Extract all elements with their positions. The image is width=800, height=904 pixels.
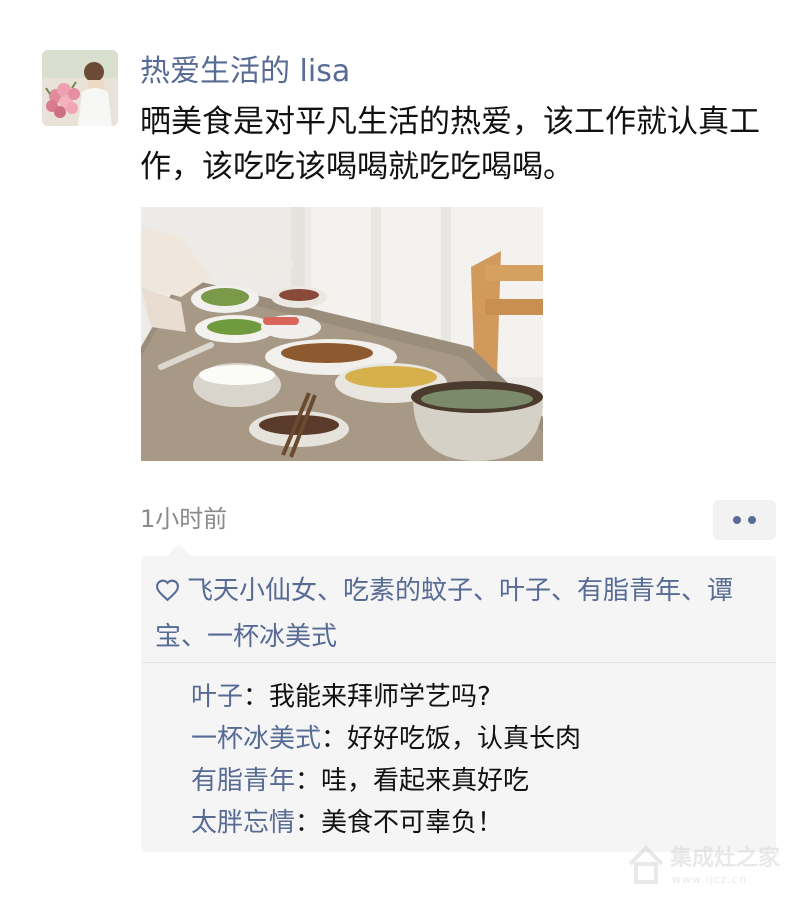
comment-author[interactable]: 太胖忘情	[191, 808, 295, 838]
comment-separator: ：	[295, 808, 322, 838]
comment-item[interactable]: 叶子：我能来拜师学艺吗?	[191, 676, 771, 718]
comment-item[interactable]: 太胖忘情：美食不可辜负！	[191, 802, 771, 844]
avatar-image	[42, 50, 118, 126]
author-name[interactable]: 热爱生活的 lisa	[140, 52, 350, 92]
watermark: 集成灶之家 www.ijcz.cn	[626, 842, 786, 890]
likes-names[interactable]: 飞天小仙女、吃素的蚊子、叶子、有脂青年、谭宝、一杯冰美式	[155, 576, 733, 652]
divider	[141, 662, 776, 663]
comment-text: 我能来拜师学艺吗?	[269, 682, 491, 712]
more-dot-icon	[733, 516, 741, 524]
post-text: 晒美食是对平凡生活的热爱，该工作就认真工作，该吃吃该喝喝就吃吃喝喝。	[140, 104, 760, 185]
likes-row: 飞天小仙女、吃素的蚊子、叶子、有脂青年、谭宝、一杯冰美式	[155, 570, 775, 658]
comment-author[interactable]: 有脂青年	[191, 766, 295, 796]
watermark-name: 集成灶之家	[670, 846, 781, 871]
comments-list: 叶子：我能来拜师学艺吗? 一杯冰美式：好好吃饭，认真长肉 有脂青年：哇，看起来真…	[191, 676, 771, 844]
comment-author[interactable]: 叶子	[191, 682, 243, 712]
comment-separator: ：	[321, 724, 348, 754]
comment-separator: ：	[295, 766, 322, 796]
more-actions-button[interactable]	[713, 500, 776, 540]
food-table-image	[141, 207, 543, 461]
house-logo-icon	[628, 845, 664, 884]
comment-text: 好好吃饭，认真长肉	[347, 724, 582, 754]
comment-item[interactable]: 一杯冰美式：好好吃饭，认真长肉	[191, 718, 771, 760]
likes-comments-panel: 飞天小仙女、吃素的蚊子、叶子、有脂青年、谭宝、一杯冰美式 叶子：我能来拜师学艺吗…	[141, 544, 776, 852]
author-avatar[interactable]	[42, 50, 118, 126]
comment-author[interactable]: 一杯冰美式	[191, 724, 321, 754]
post-time: 1小时前	[140, 505, 228, 533]
watermark-url: www.ijcz.cn	[672, 873, 747, 886]
comment-text: 美食不可辜负！	[321, 808, 504, 838]
comment-item[interactable]: 有脂青年：哇，看起来真好吃	[191, 760, 771, 802]
heart-outline-icon	[155, 570, 187, 616]
post-photo[interactable]	[141, 207, 543, 461]
comment-text: 哇，看起来真好吃	[321, 766, 530, 796]
more-dot-icon	[748, 516, 756, 524]
comment-separator: ：	[243, 682, 270, 712]
